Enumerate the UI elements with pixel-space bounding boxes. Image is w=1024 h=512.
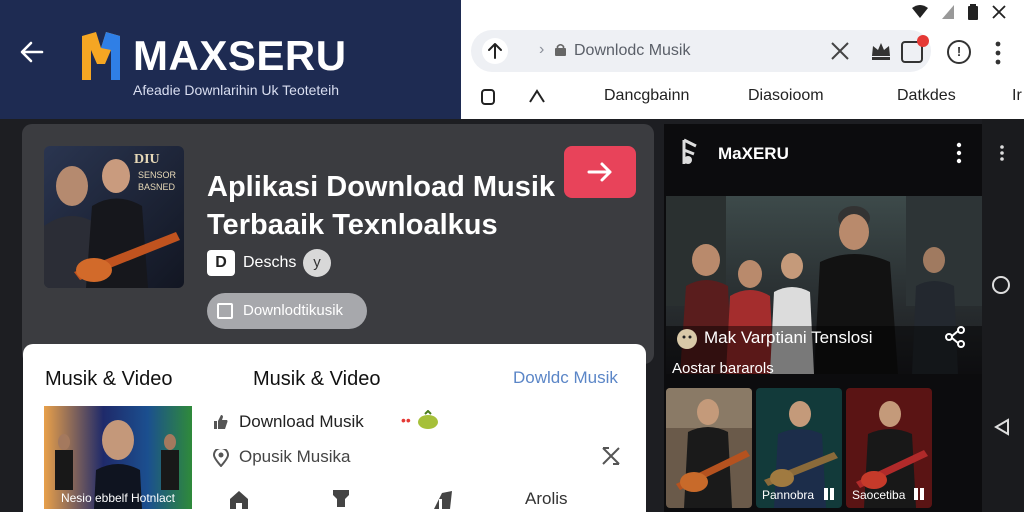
phone-preview: MaXERU Mak Varptiani Tenslosi Aostar bar… [664, 124, 982, 512]
download-music-label: Downlodtikusik [243, 302, 344, 319]
close-icon[interactable] [992, 5, 1006, 19]
address-bar[interactable]: › Downlodc Musik [471, 30, 931, 72]
video-thumbnail[interactable]: Nesio ebbelf Hotnlact [44, 406, 192, 509]
home-icon[interactable] [228, 489, 250, 509]
url-text[interactable]: Downlodc Musik [574, 42, 690, 60]
arrow-up-icon[interactable] [481, 37, 509, 65]
panel-link[interactable]: Dowldc Musik [513, 368, 618, 388]
d-badge: D [207, 250, 235, 276]
logo-text: MAXSERU [133, 32, 347, 79]
album-cover[interactable]: DIU SENSOR BASNED [44, 146, 184, 288]
system-nav-bar [982, 119, 1024, 512]
album-art-image [44, 146, 184, 288]
share-icon[interactable] [944, 326, 966, 348]
more-vert-icon[interactable] [956, 142, 962, 164]
trophy-icon[interactable] [330, 489, 352, 509]
face-icon [677, 329, 697, 349]
panel-heading-1: Musik & Video [45, 368, 173, 390]
x-mark-icon[interactable] [601, 446, 621, 466]
chevron-right-icon: › [539, 41, 545, 58]
signal-icon [942, 5, 954, 19]
album-title-3: BASNED [138, 182, 176, 192]
download-music-button[interactable]: Downlodtikusik [207, 293, 367, 329]
dots-icon: •• [401, 412, 411, 428]
page-title: Aplikasi Download Musik Terbaaik Texnloa… [207, 171, 556, 241]
section-label: Aostar bararols [672, 360, 774, 377]
music-video-panel: Musik & Video Musik & Video Dowldc Musik… [23, 344, 646, 512]
logo-tagline: Afeadie Downlarihin Uk Teoteteih [133, 82, 339, 98]
d-label: Deschs [243, 254, 297, 271]
info-icon[interactable]: ! [947, 40, 971, 64]
panel-heading-2: Musik & Video [253, 368, 381, 390]
guitar-thumb-2[interactable]: Pannobra [756, 388, 842, 508]
more-vert-icon[interactable] [999, 145, 1005, 161]
arrow-right-icon [587, 162, 612, 182]
nav-item-4[interactable]: Ir [1012, 87, 1022, 105]
notification-dot [917, 35, 929, 47]
download-box-icon [217, 303, 233, 319]
location-pin-icon [213, 449, 229, 467]
tabs-button[interactable] [901, 35, 929, 63]
thumb-caption-2: Pannobra [762, 488, 815, 502]
status-bar [912, 4, 1006, 20]
album-title-2: SENSOR [138, 170, 177, 180]
y-circle-badge[interactable]: y [303, 249, 331, 277]
back-arrow-icon[interactable] [18, 38, 46, 66]
nav-item-2[interactable]: Diasoioom [748, 87, 824, 105]
phone-app-title: MaXERU [718, 144, 789, 163]
pause-icon[interactable] [824, 488, 834, 500]
thumbnail-row: Pannobra Saocetiba [666, 388, 982, 512]
guitar-thumb-1[interactable] [666, 388, 752, 508]
guitarist-image [666, 388, 752, 508]
lock-icon [555, 43, 566, 56]
app-header: MAXSERU Afeadie Downlarihin Uk Teoteteih [0, 0, 461, 119]
bookmark-icon[interactable] [481, 89, 495, 105]
thumbs-up-icon [214, 415, 228, 429]
go-button[interactable] [564, 146, 636, 198]
thumb-caption-3: Saocetiba [852, 488, 906, 502]
clear-icon[interactable] [829, 40, 851, 62]
pause-icon[interactable] [914, 488, 924, 500]
nav-item-1[interactable]: Dancgbainn [604, 87, 689, 105]
download-music-text: Download Musik [239, 412, 364, 431]
maxseru-logo-icon [82, 32, 120, 80]
crown-icon[interactable] [869, 38, 893, 62]
back-triangle-icon[interactable] [992, 417, 1012, 437]
battery-icon [968, 4, 978, 20]
browser-chrome: › Downlodc Musik ! Dancgbainn Diasoioom … [461, 0, 1024, 119]
browser-nav-row: Dancgbainn Diasoioom Datkdes Ir [461, 84, 1024, 110]
wifi-icon [912, 5, 928, 18]
album-title-1: DIU [134, 152, 160, 167]
bottom-nav-label[interactable]: Arolis [525, 489, 568, 509]
caret-up-icon[interactable] [529, 89, 545, 103]
more-vert-icon[interactable] [994, 40, 1002, 66]
guitar-thumb-3[interactable]: Saocetiba [846, 388, 932, 508]
video-thumbnail-caption: Nesio ebbelf Hotnlact [60, 491, 176, 505]
leaf-icon [418, 410, 438, 429]
nav-item-3[interactable]: Datkdes [897, 87, 956, 105]
hero-caption: Mak Varptiani Tenslosi [704, 328, 873, 347]
home-circle-icon[interactable] [992, 276, 1010, 294]
opusik-musika-text: Opusik Musika [239, 447, 351, 466]
app-logo-icon [682, 138, 697, 164]
chart-icon[interactable] [432, 489, 454, 509]
